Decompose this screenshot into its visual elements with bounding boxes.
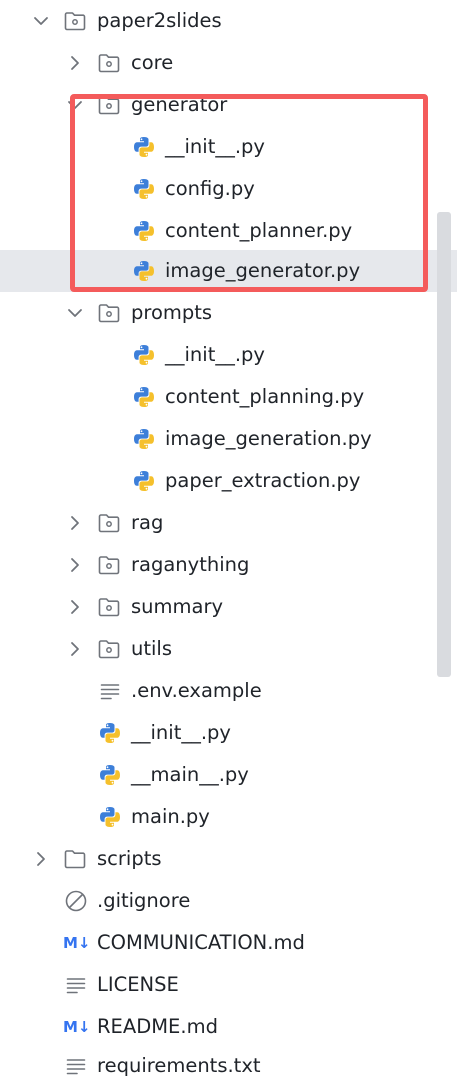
tree-row-raganything[interactable]: raganything [0, 544, 457, 586]
vertical-scrollbar[interactable] [437, 212, 451, 677]
python-icon [100, 807, 120, 827]
tree-row-file[interactable]: config.py [0, 168, 457, 210]
folder-icon [98, 640, 120, 659]
tree-item-label: LICENSE [97, 973, 179, 996]
tree-item-label: .gitignore [97, 889, 191, 912]
tree-item-label: image_generator.py [165, 259, 361, 282]
folder-icon [98, 514, 120, 533]
folder-icon [98, 598, 120, 617]
tree-item-label: __init__.py [165, 343, 265, 366]
tree-row-file[interactable]: paper_extraction.py [0, 460, 457, 502]
project-tree: paper2slides core generator __init__.py … [0, 0, 457, 1087]
tree-row-file[interactable]: __main__.py [0, 754, 457, 796]
tree-item-label: paper2slides [97, 9, 222, 32]
tree-row-generator[interactable]: generator [0, 84, 457, 126]
folder-icon [98, 96, 120, 115]
markdown-icon: M↓ [63, 1018, 91, 1036]
python-icon [100, 723, 120, 743]
tree-item-label: README.md [97, 1015, 218, 1038]
tree-item-label: scripts [97, 847, 162, 870]
tree-item-label: __init__.py [131, 721, 231, 744]
tree-row-summary[interactable]: summary [0, 586, 457, 628]
tree-item-label: image_generation.py [165, 427, 372, 450]
tree-row-file[interactable]: __init__.py [0, 126, 457, 168]
tree-row-file[interactable]: requirements.txt [0, 1045, 457, 1087]
tree-row-file[interactable]: .gitignore [0, 880, 457, 922]
tree-item-label: core [131, 51, 174, 74]
python-icon [134, 345, 154, 365]
folder-icon [98, 304, 120, 323]
tree-item-label: rag [131, 511, 164, 534]
tree-row-file[interactable]: content_planner.py [0, 210, 457, 252]
tree-row-file[interactable]: __init__.py [0, 334, 457, 376]
tree-item-label: __main__.py [131, 763, 249, 786]
tree-row-scripts[interactable]: scripts [0, 838, 457, 880]
python-icon [134, 261, 154, 281]
python-icon [134, 137, 154, 157]
folder-icon [64, 12, 86, 31]
python-icon [134, 179, 154, 199]
tree-row-file[interactable]: .env.example [0, 670, 457, 712]
tree-item-label: summary [131, 595, 224, 618]
tree-row-file[interactable]: M↓ README.md [0, 1006, 457, 1048]
tree-row-file[interactable]: content_planning.py [0, 376, 457, 418]
python-icon [100, 765, 120, 785]
chevron-down-icon[interactable] [31, 11, 51, 31]
chevron-right-icon[interactable] [65, 597, 85, 617]
text-file-icon [100, 684, 120, 700]
tree-item-label: content_planning.py [165, 385, 365, 408]
chevron-right-icon[interactable] [65, 555, 85, 575]
tree-row-paper2slides[interactable]: paper2slides [0, 0, 457, 42]
tree-row-prompts[interactable]: prompts [0, 292, 457, 334]
tree-row-file[interactable]: __init__.py [0, 712, 457, 754]
folder-icon [98, 556, 120, 575]
chevron-right-icon[interactable] [65, 513, 85, 533]
tree-item-label: config.py [165, 177, 255, 200]
tree-item-label: prompts [131, 301, 213, 324]
tree-item-label: requirements.txt [97, 1054, 261, 1077]
tree-item-label: content_planner.py [165, 219, 353, 242]
tree-row-file-selected[interactable]: image_generator.py [0, 250, 457, 292]
tree-item-label: main.py [131, 805, 210, 828]
tree-item-label: paper_extraction.py [165, 469, 361, 492]
chevron-down-icon[interactable] [65, 95, 85, 115]
tree-row-file[interactable]: main.py [0, 796, 457, 838]
tree-item-label: __init__.py [165, 135, 265, 158]
chevron-down-icon[interactable] [65, 303, 85, 323]
tree-item-label: .env.example [131, 679, 262, 702]
tree-item-label: raganything [131, 553, 250, 576]
tree-row-file[interactable]: LICENSE [0, 964, 457, 1006]
markdown-icon: M↓ [63, 934, 91, 952]
folder-icon [98, 54, 120, 73]
python-icon [134, 221, 154, 241]
chevron-right-icon[interactable] [65, 53, 85, 73]
tree-row-file[interactable]: image_generation.py [0, 418, 457, 460]
python-icon [134, 471, 154, 491]
tree-row-file[interactable]: M↓ COMMUNICATION.md [0, 922, 457, 964]
tree-item-label: utils [131, 637, 172, 660]
text-file-icon [66, 978, 86, 994]
text-file-icon [66, 1059, 86, 1075]
tree-row-rag[interactable]: rag [0, 502, 457, 544]
tree-item-label: generator [131, 93, 228, 116]
chevron-right-icon[interactable] [65, 639, 85, 659]
tree-item-label: COMMUNICATION.md [97, 931, 305, 954]
chevron-right-icon[interactable] [31, 849, 51, 869]
python-icon [134, 387, 154, 407]
tree-row-utils[interactable]: utils [0, 628, 457, 670]
python-icon [134, 429, 154, 449]
tree-row-core[interactable]: core [0, 42, 457, 84]
ignore-icon [65, 890, 87, 912]
folder-icon [64, 850, 86, 869]
